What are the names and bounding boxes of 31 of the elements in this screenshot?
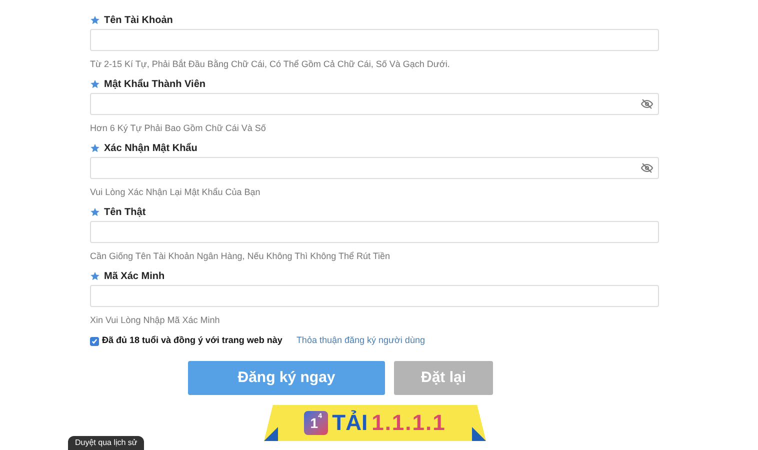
field-hint: Xin Vui Lòng Nhập Mã Xác Minh [90,314,221,327]
input-field[interactable] [90,221,659,243]
register-button[interactable]: Đăng ký ngay [188,361,385,395]
input-field[interactable] [90,157,659,179]
checkbox[interactable] [90,336,99,346]
field-label: Xác Nhận Mật Khẩu [104,142,198,156]
field-label: Mật Khẩu Thành Viên [104,78,206,92]
input-field[interactable] [90,93,659,115]
star-icon [90,15,100,25]
star-icon [90,207,100,217]
star-icon [90,143,100,153]
triangle-icon [264,427,278,441]
star-icon [90,79,100,89]
agreement-label: Đã đủ 18 tuổi và đồng ý với trang web này [102,334,282,348]
banner-version: 1.1.1.1 [372,412,446,434]
star-icon [90,271,100,281]
field-label: Tên Tài Khoản [104,14,173,28]
field-hint: Hơn 6 Ký Tự Phải Bao Gồm Chữ Cái Và Số [90,122,267,135]
terms-link[interactable]: Thỏa thuận đăng ký người dùng [296,334,425,348]
banner-word: TẢI [332,412,368,434]
eye-slash-icon[interactable] [641,163,653,173]
field-hint: Cần Giống Tên Tài Khoản Ngân Hàng, Nếu Không Thì Không Thể Rút Tiền [90,250,392,263]
field-label: Mã Xác Minh [104,270,165,284]
input-field[interactable] [90,285,659,307]
field-hint: Từ 2-15 Kí Tự, Phải Bắt Đầu Bằng Chữ Cái, Có Thể Gồm Cả Chữ Cái, Số Và Gạch Dưới. [90,58,451,71]
input-field[interactable] [90,29,659,51]
field-hint: Vui Lòng Xác Nhận Lại Mật Khẩu Của Bạn [90,186,262,199]
history-tab[interactable]: Duyệt qua lịch sử [68,436,144,450]
eye-slash-icon[interactable] [641,99,653,109]
triangle-icon [472,427,486,441]
field-label: Tên Thật [104,206,146,220]
